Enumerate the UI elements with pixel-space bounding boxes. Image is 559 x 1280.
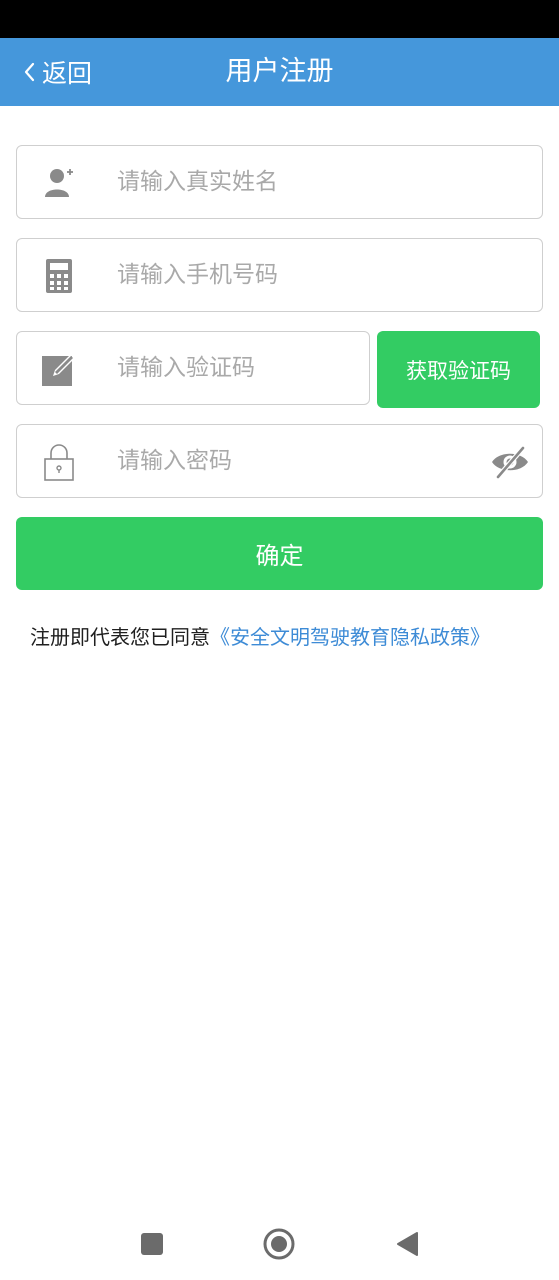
circle-icon [263,1228,295,1260]
agreement-text: 注册即代表您已同意《安全文明驾驶教育隐私政策》 [30,621,490,650]
name-field [16,145,543,219]
password-input[interactable] [117,425,477,497]
nav-back-button[interactable] [390,1227,424,1261]
triangle-back-icon [397,1232,418,1256]
verification-code-field [16,331,370,405]
privacy-policy-link[interactable]: 《安全文明驾驶教育隐私政策》 [210,625,490,649]
back-button[interactable]: 返回 [22,38,92,106]
app-header: 返回 用户注册 [0,38,559,106]
square-icon [141,1233,163,1255]
lock-icon [39,442,79,482]
recent-apps-button[interactable] [135,1227,169,1261]
agreement-prefix: 注册即代表您已同意 [30,625,210,649]
phone-field [16,238,543,312]
get-code-button[interactable]: 获取验证码 [377,331,540,408]
status-bar [0,0,559,38]
calculator-icon [39,256,79,296]
edit-icon [39,349,79,389]
system-nav-bar [0,1205,559,1280]
chevron-left-icon [24,62,35,82]
eye-off-icon [492,446,528,479]
password-visibility-toggle[interactable] [488,442,532,482]
password-field [16,424,543,498]
name-input[interactable] [117,146,527,218]
home-button[interactable] [262,1227,296,1261]
verification-code-input[interactable] [117,332,357,404]
phone-input[interactable] [117,239,527,311]
user-add-icon [39,163,79,203]
confirm-button[interactable]: 确定 [16,517,543,590]
back-label: 返回 [42,59,93,88]
